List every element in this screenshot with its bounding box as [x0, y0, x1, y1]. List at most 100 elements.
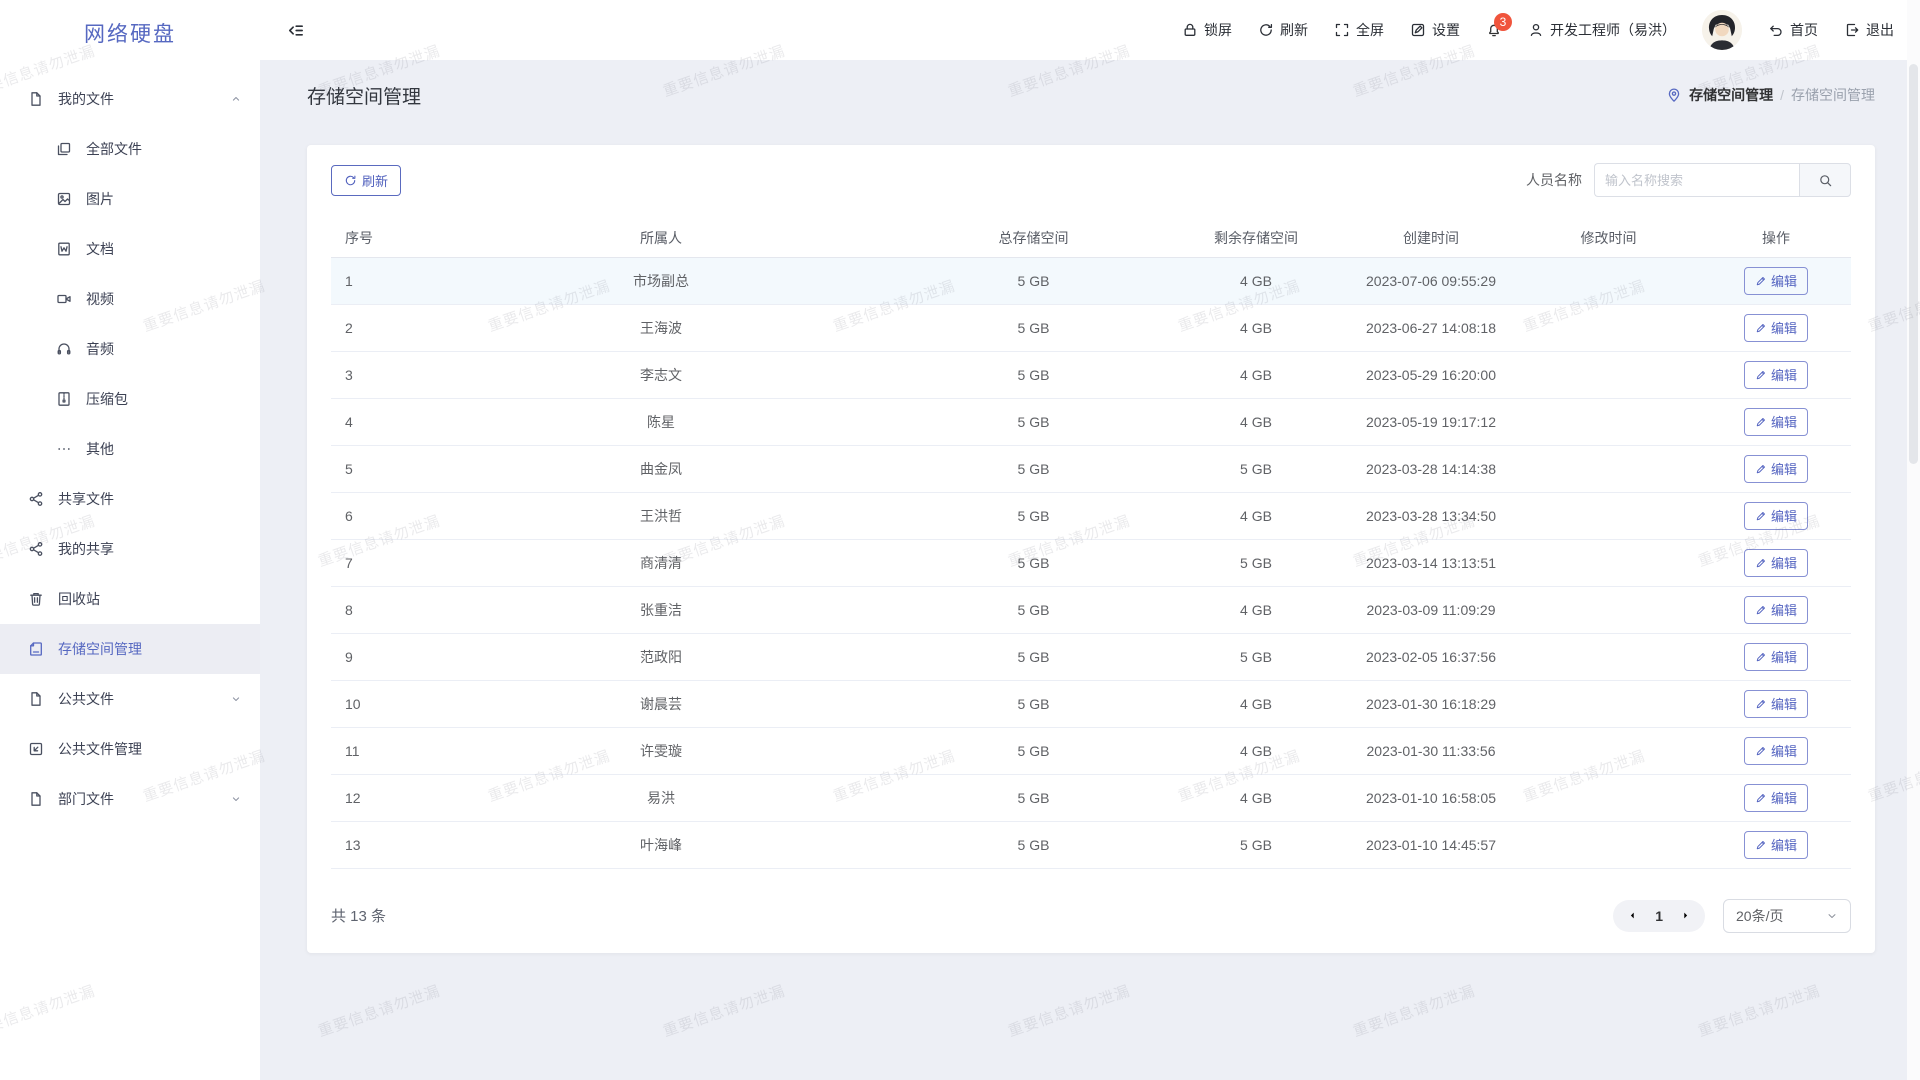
cell-owner: 叶海峰	[421, 821, 901, 868]
cell-actions: 编辑	[1701, 351, 1851, 398]
file-icon	[28, 791, 44, 807]
sidebar-item-public-files-admin[interactable]: 公共文件管理	[0, 724, 260, 774]
edit-button[interactable]: 编辑	[1744, 690, 1808, 718]
edit-button[interactable]: 编辑	[1744, 596, 1808, 624]
topbar: 锁屏 刷新 全屏 设置 3 开发工程师（易洪）	[260, 0, 1920, 60]
archive-icon	[56, 391, 72, 407]
refresh-table-button[interactable]: 刷新	[331, 165, 401, 196]
cell-remaining: 5 GB	[1166, 445, 1346, 492]
fullscreen-button[interactable]: 全屏	[1334, 20, 1384, 40]
sidebar: 网络硬盘 我的文件全部文件图片文档视频音频压缩包其他共享文件我的共享回收站存储空…	[0, 0, 260, 1080]
cell-modified_at	[1516, 445, 1701, 492]
edit-button[interactable]: 编辑	[1744, 314, 1808, 342]
cell-actions: 编辑	[1701, 257, 1851, 304]
cell-total: 5 GB	[901, 680, 1166, 727]
table-row: 1市场副总5 GB4 GB2023-07-06 09:55:29编辑	[331, 257, 1851, 304]
fullscreen-icon	[1334, 22, 1350, 38]
edit-button[interactable]: 编辑	[1744, 737, 1808, 765]
breadcrumb-item-current: 存储空间管理	[1791, 85, 1875, 105]
sidebar-item-images[interactable]: 图片	[0, 174, 260, 224]
file-manage-icon	[28, 741, 44, 757]
cell-total: 5 GB	[901, 304, 1166, 351]
edit-button-label: 编辑	[1771, 412, 1797, 431]
breadcrumb-item-root[interactable]: 存储空间管理	[1689, 85, 1773, 105]
cell-created_at: 2023-01-30 16:18:29	[1346, 680, 1516, 727]
sidebar-item-videos[interactable]: 视频	[0, 274, 260, 324]
sidebar-item-others[interactable]: 其他	[0, 424, 260, 474]
sidebar-collapse-button[interactable]	[286, 21, 305, 40]
sidebar-item-public-files[interactable]: 公共文件	[0, 674, 260, 724]
sidebar-item-storage-management[interactable]: 存储空间管理	[0, 624, 260, 674]
column-header-6: 操作	[1701, 219, 1851, 257]
sidebar-item-recycle-bin[interactable]: 回收站	[0, 574, 260, 624]
avatar[interactable]	[1702, 10, 1742, 50]
search-button[interactable]	[1799, 163, 1851, 197]
chevron-down	[230, 793, 242, 805]
search-input[interactable]	[1594, 163, 1799, 197]
cell-total: 5 GB	[901, 774, 1166, 821]
next-page-button[interactable]	[1679, 909, 1692, 922]
edit-button[interactable]: 编辑	[1744, 455, 1808, 483]
sidebar-item-archives[interactable]: 压缩包	[0, 374, 260, 424]
cell-no: 7	[331, 539, 421, 586]
notifications-button[interactable]: 3	[1486, 22, 1502, 38]
pencil-icon	[1755, 510, 1767, 522]
cell-actions: 编辑	[1701, 304, 1851, 351]
settings-button[interactable]: 设置	[1410, 20, 1460, 40]
storage-icon	[28, 641, 44, 657]
app-logo: 网络硬盘	[0, 0, 260, 66]
search-icon	[1818, 173, 1833, 188]
page-size-select[interactable]: 20条/页	[1723, 899, 1851, 933]
cell-total: 5 GB	[901, 398, 1166, 445]
doc-icon	[56, 241, 72, 257]
scrollbar-thumb[interactable]	[1909, 64, 1918, 464]
sidebar-item-label: 其他	[86, 439, 242, 459]
cell-no: 6	[331, 492, 421, 539]
edit-button[interactable]: 编辑	[1744, 361, 1808, 389]
cell-owner: 许雯璇	[421, 727, 901, 774]
cell-modified_at	[1516, 257, 1701, 304]
refresh-page-button[interactable]: 刷新	[1258, 20, 1308, 40]
sidebar-item-department-files[interactable]: 部门文件	[0, 774, 260, 824]
sidebar-item-label: 部门文件	[58, 789, 216, 809]
cell-no: 3	[331, 351, 421, 398]
cell-remaining: 4 GB	[1166, 304, 1346, 351]
edit-button[interactable]: 编辑	[1744, 502, 1808, 530]
table-footer: 共 13 条 1 20条/页	[331, 899, 1851, 933]
logout-icon	[1844, 22, 1860, 38]
sidebar-item-my-shares[interactable]: 我的共享	[0, 524, 260, 574]
table-row: 6王洪哲5 GB4 GB2023-03-28 13:34:50编辑	[331, 492, 1851, 539]
pencil-icon	[1755, 698, 1767, 710]
sidebar-item-documents[interactable]: 文档	[0, 224, 260, 274]
edit-button-label: 编辑	[1771, 741, 1797, 760]
prev-page-button[interactable]	[1626, 909, 1639, 922]
edit-button[interactable]: 编辑	[1744, 831, 1808, 859]
cell-actions: 编辑	[1701, 821, 1851, 868]
sidebar-item-audio[interactable]: 音频	[0, 324, 260, 374]
edit-button[interactable]: 编辑	[1744, 408, 1808, 436]
page-size-value: 20条/页	[1736, 906, 1783, 926]
lock-screen-button[interactable]: 锁屏	[1182, 20, 1232, 40]
edit-button[interactable]: 编辑	[1744, 267, 1808, 295]
column-header-1: 所属人	[421, 219, 901, 257]
sidebar-item-all-files[interactable]: 全部文件	[0, 124, 260, 174]
more-icon	[56, 441, 72, 457]
cell-created_at: 2023-03-14 13:13:51	[1346, 539, 1516, 586]
page-scrollbar[interactable]	[1907, 0, 1920, 1080]
edit-button[interactable]: 编辑	[1744, 784, 1808, 812]
user-menu[interactable]: 开发工程师（易洪）	[1528, 20, 1676, 40]
column-header-4: 创建时间	[1346, 219, 1516, 257]
edit-button-label: 编辑	[1771, 506, 1797, 525]
sidebar-item-my-files[interactable]: 我的文件	[0, 74, 260, 124]
logout-button[interactable]: 退出	[1844, 20, 1894, 40]
sidebar-item-shared-files[interactable]: 共享文件	[0, 474, 260, 524]
cell-owner: 谢晨芸	[421, 680, 901, 727]
sidebar-item-label: 音频	[86, 339, 242, 359]
edit-button-label: 编辑	[1771, 694, 1797, 713]
cell-modified_at	[1516, 586, 1701, 633]
edit-button[interactable]: 编辑	[1744, 643, 1808, 671]
cell-created_at: 2023-01-10 16:58:05	[1346, 774, 1516, 821]
edit-button[interactable]: 编辑	[1744, 549, 1808, 577]
user-icon	[1528, 22, 1544, 38]
home-button[interactable]: 首页	[1768, 20, 1818, 40]
